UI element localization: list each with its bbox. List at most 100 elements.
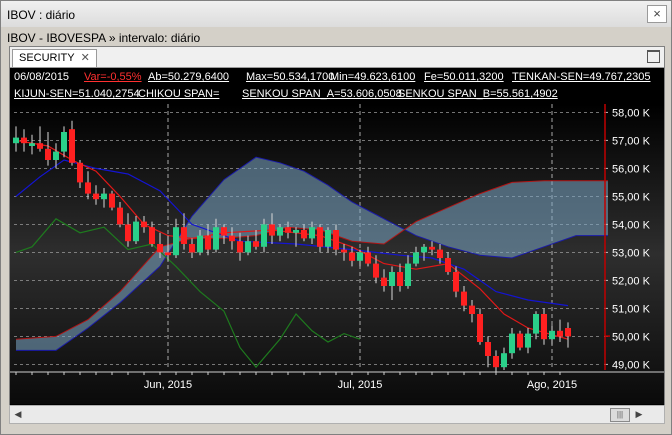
candle-body: [541, 314, 547, 340]
info-max: Max=50.534,1700: [246, 71, 335, 83]
candle-body: [245, 241, 251, 253]
info-open: Ab=50.279,6400: [148, 71, 230, 83]
candle-body: [341, 249, 347, 253]
candle-body: [389, 272, 395, 286]
info-date: 06/08/2015: [14, 71, 70, 83]
info-kijun: KIJUN-SEN=51.040,2754: [14, 88, 140, 100]
candle-body: [525, 333, 531, 348]
candle-body: [181, 227, 187, 244]
candle-body: [93, 193, 99, 200]
candle-body: [397, 272, 403, 286]
candle-body: [501, 353, 507, 368]
y-tick-label: 51,00 K: [612, 303, 651, 315]
candle-body: [141, 221, 147, 228]
info-var: Var=-0,55%: [84, 71, 142, 83]
candle-body: [485, 342, 491, 356]
candle-body: [69, 129, 75, 163]
candle-body: [77, 162, 83, 183]
y-tick-label: 53,00 K: [612, 247, 651, 259]
candle-body: [445, 258, 451, 272]
y-tick-label: 56,00 K: [612, 163, 651, 175]
candle-body: [349, 252, 355, 261]
x-tick-label: Jun, 2015: [144, 379, 192, 391]
candle-body: [205, 235, 211, 250]
chart-panel: SECURITY ✕ 06/08/2015 Var=-0,55% Ab=50.27…: [9, 46, 665, 406]
y-tick-label: 50,00 K: [612, 331, 651, 343]
candle-body: [253, 241, 259, 247]
candle-body: [133, 221, 139, 242]
y-tick-label: 52,00 K: [612, 275, 651, 287]
candle-body: [213, 227, 219, 250]
x-tick-label: Ago, 2015: [527, 379, 577, 391]
candle-body: [493, 356, 499, 368]
candle-body: [189, 244, 195, 253]
candle-body: [85, 182, 91, 194]
candle-body: [365, 252, 371, 264]
candle-body: [557, 330, 563, 337]
candle-body: [277, 227, 283, 236]
candle-body: [13, 137, 19, 144]
info-close: Fe=50.011,3200: [424, 71, 504, 83]
plot-background: [10, 104, 664, 404]
candle-body: [293, 230, 299, 233]
scroll-thumb[interactable]: |||: [610, 408, 630, 422]
candle-body: [517, 333, 523, 348]
candle-body: [453, 272, 459, 292]
candle-body: [109, 193, 115, 208]
y-tick-label: 54,00 K: [612, 219, 651, 231]
candle-body: [37, 143, 43, 149]
candle-body: [413, 252, 419, 264]
tab-close-icon[interactable]: ✕: [81, 52, 90, 64]
tab-bar: SECURITY ✕: [10, 47, 664, 68]
candle-body: [357, 252, 363, 261]
candle-body: [333, 230, 339, 250]
candle-body: [477, 314, 483, 342]
candle-body: [325, 230, 331, 247]
y-tick-label: 55,00 K: [612, 191, 651, 203]
candle-body: [381, 277, 387, 286]
candle-body: [29, 143, 35, 146]
title-bar: IBOV : diário ×: [1, 1, 671, 27]
candle-body: [429, 246, 435, 250]
candle-body: [61, 132, 67, 152]
horizontal-scrollbar[interactable]: ◀ ||| ▶: [9, 405, 665, 424]
candle-body: [469, 305, 475, 314]
candle-body: [197, 235, 203, 253]
candle-body: [509, 333, 515, 354]
candle-body: [261, 224, 267, 247]
candle-body: [405, 263, 411, 286]
candle-body: [157, 244, 163, 253]
scroll-right-icon[interactable]: ▶: [632, 407, 646, 421]
candle-body: [317, 227, 323, 247]
candle-body: [421, 246, 427, 253]
candle-body: [309, 227, 315, 239]
window-title: IBOV : diário: [7, 8, 76, 22]
candle-body: [173, 227, 179, 256]
candle-body: [53, 151, 59, 160]
tab-security[interactable]: SECURITY ✕: [12, 49, 97, 67]
y-tick-label: 58,00 K: [612, 107, 651, 119]
indicator-readout: 06/08/2015 Var=-0,55% Ab=50.279,6400 Max…: [10, 68, 664, 104]
y-tick-label: 49,00 K: [612, 359, 651, 371]
maximize-icon[interactable]: [647, 50, 660, 63]
info-chikou: CHIKOU SPAN=: [138, 88, 220, 100]
info-senkou-a: SENKOU SPAN_A=53.606,0508: [242, 88, 402, 100]
x-tick-label: Jul, 2015: [338, 379, 383, 391]
scroll-left-icon[interactable]: ◀: [11, 407, 25, 421]
candle-body: [533, 314, 539, 334]
close-icon[interactable]: ×: [647, 5, 667, 23]
candle-body: [461, 291, 467, 306]
candle-body: [285, 227, 291, 233]
info-min: Min=49.623,6100: [330, 71, 416, 83]
candle-body: [45, 148, 51, 160]
candle-body: [165, 252, 171, 256]
window: IBOV : diário × IBOV - IBOVESPA » interv…: [0, 0, 672, 435]
ichimoku-chart[interactable]: 58,00 K 57,00 K 56,00 K 55,00 K 54,00 K 53,00…: [10, 104, 664, 404]
candle-body: [149, 227, 155, 244]
candle-body: [117, 207, 123, 225]
info-tenkan: TENKAN-SEN=49.767,2305: [512, 71, 651, 83]
candle-body: [549, 330, 555, 340]
candle-body: [125, 224, 131, 242]
candle-body: [237, 241, 243, 253]
candle-body: [221, 227, 227, 236]
